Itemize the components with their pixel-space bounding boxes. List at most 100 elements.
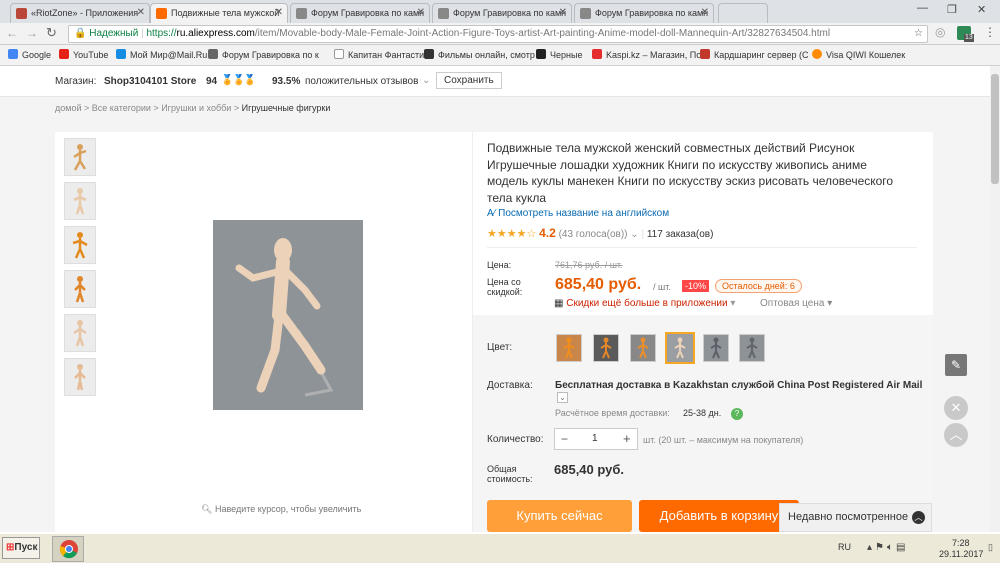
- bookmark-mail[interactable]: Мой Мир@Mail.Ru: [116, 49, 207, 61]
- qr-code-icon: ▦: [554, 298, 564, 309]
- rating-value: 4.2: [539, 226, 556, 240]
- main-product-image[interactable]: [213, 220, 363, 410]
- address-bar[interactable]: 🔒 Надежный | https://ru.aliexpress.com/i…: [68, 25, 928, 43]
- volume-icon[interactable]: 🔈︎: [887, 542, 896, 553]
- arrow-up-icon[interactable]: ▴: [867, 542, 875, 553]
- color-swatch-6[interactable]: [739, 334, 765, 362]
- edit-pencil-icon[interactable]: ✎: [945, 354, 967, 376]
- flag-icon[interactable]: ⚑: [875, 542, 887, 553]
- discount-price-label-2: скидкой:: [487, 287, 523, 297]
- save-store-button[interactable]: Сохранить: [436, 72, 502, 89]
- thumbnail-4[interactable]: [64, 270, 96, 308]
- close-tab-icon[interactable]: ✕: [701, 4, 709, 22]
- tab-label: «RiotZone» - Приложения: [31, 8, 139, 18]
- color-swatch-2[interactable]: [593, 334, 619, 362]
- bookmark-kaspi[interactable]: Kaspi.kz – Магазин, По: [592, 49, 701, 61]
- thumbnail-2[interactable]: [64, 182, 96, 220]
- extension-icon[interactable]: ◎: [935, 25, 945, 39]
- restore-icon[interactable]: ❐: [947, 3, 957, 16]
- magnifier-icon: 🔍︎: [201, 504, 213, 514]
- chevron-down-icon[interactable]: ⌄: [557, 392, 568, 403]
- delivery-time-label: Расчётное время доставки:: [555, 408, 670, 418]
- product-card: 🔍︎ Наведите курсор, чтобы увеличить Подв…: [55, 132, 933, 532]
- figure-image: [73, 188, 87, 215]
- language-indicator[interactable]: RU: [838, 542, 851, 552]
- store-name-link[interactable]: Shop3104101 Store: [104, 76, 196, 87]
- tab-riotzone[interactable]: «RiotZone» - Приложения ✕: [10, 3, 150, 23]
- add-to-cart-button[interactable]: Добавить в корзину: [639, 500, 799, 532]
- wholesale-price-link[interactable]: Оптовая цена ▾: [760, 298, 832, 309]
- mannequin-figure-image: [213, 220, 363, 410]
- color-swatch-5[interactable]: [703, 334, 729, 362]
- close-tab-icon[interactable]: ✕: [417, 4, 425, 22]
- minimize-icon[interactable]: —: [917, 2, 928, 14]
- show-desktop-icon[interactable]: ▯: [988, 542, 993, 553]
- network-icon[interactable]: ▤: [896, 542, 908, 553]
- bookmark-star-icon[interactable]: ☆: [914, 26, 923, 42]
- color-swatch-4-selected[interactable]: [665, 332, 695, 364]
- chrome-taskbar-button[interactable]: [52, 536, 84, 562]
- tab-forum-1[interactable]: Форум Гравировка по камн ✕: [290, 3, 430, 23]
- close-tab-icon[interactable]: ✕: [275, 4, 283, 22]
- bookmark-captain[interactable]: Капитан Фантастик: [334, 49, 428, 61]
- app-discount-link[interactable]: ▦ Скидки ещё больше в приложении ▾: [554, 298, 735, 309]
- divider: |: [141, 28, 144, 39]
- tab-forum-2[interactable]: Форум Гравировка по камн ✕: [432, 3, 572, 23]
- breadcrumb-toys[interactable]: Игрушки и хобби: [161, 103, 231, 113]
- close-window-icon[interactable]: ✕: [977, 3, 986, 16]
- quantity-input[interactable]: 1: [592, 433, 598, 444]
- scroll-up-icon[interactable]: ︿: [944, 423, 968, 447]
- close-tab-icon[interactable]: ✕: [559, 4, 567, 22]
- divider: |: [641, 229, 645, 240]
- translate-link[interactable]: A⁄ Посмотреть название на английском: [487, 208, 669, 219]
- bookmark-youtube[interactable]: YouTube: [59, 49, 108, 61]
- buy-now-button[interactable]: Купить сейчас: [487, 500, 632, 532]
- recently-viewed-bar[interactable]: Недавно посмотренное ︿: [779, 503, 932, 532]
- new-tab-button[interactable]: [718, 3, 768, 23]
- thumbnail-3[interactable]: [64, 226, 96, 264]
- chevron-down-icon: ▾: [730, 298, 736, 309]
- cardsharing-icon: [700, 49, 710, 59]
- page-icon: [334, 49, 344, 59]
- close-circle-icon[interactable]: ✕: [944, 396, 968, 420]
- store-score: 94: [206, 76, 218, 87]
- new-price: 685,40 руб.: [555, 276, 642, 293]
- bookmark-black[interactable]: Черные: [536, 49, 582, 61]
- bookmark-films[interactable]: Фильмы онлайн, смотр: [424, 49, 535, 61]
- breadcrumb-all-categories[interactable]: Все категории: [92, 103, 151, 113]
- riotzone-favicon-icon: [16, 8, 27, 19]
- thumbnail-6[interactable]: [64, 358, 96, 396]
- bookmark-qiwi[interactable]: Visa QIWI Кошелек: [812, 49, 905, 61]
- bookmark-google[interactable]: Google: [8, 49, 51, 61]
- menu-icon[interactable]: ⋮: [984, 25, 996, 39]
- back-icon[interactable]: ←: [6, 26, 18, 40]
- quantity-plus-button[interactable]: +: [623, 431, 631, 446]
- tab-forum-3[interactable]: Форум Гравировка по камн ✕: [574, 3, 714, 23]
- taskbar: ⊞Пуск RU ▴⚑🔈︎▤ 7:28 29.11.2017 ▯: [0, 533, 1000, 563]
- start-button[interactable]: ⊞Пуск: [2, 537, 40, 559]
- bookmark-forum[interactable]: Форум Гравировка по к: [208, 49, 319, 61]
- tab-label: Форум Гравировка по камн: [311, 8, 425, 18]
- quantity-minus-button[interactable]: −: [561, 432, 568, 446]
- reload-icon[interactable]: ↻: [46, 25, 57, 41]
- clock-date: 29.11.2017: [939, 549, 984, 559]
- color-swatch-1[interactable]: [556, 334, 582, 362]
- forward-icon[interactable]: →: [26, 26, 38, 40]
- bookmark-cardsharing[interactable]: Кардшаринг сервер (С: [700, 49, 809, 61]
- store-bar: Магазин: Shop3104101 Store 94 🏅🏅🏅 93.5% …: [0, 66, 990, 97]
- store-feedback-link[interactable]: положительных отзывов: [305, 76, 418, 87]
- quantity-stepper: − 1 +: [554, 428, 638, 450]
- thumbnail-5[interactable]: [64, 314, 96, 352]
- tab-aliexpress[interactable]: Подвижные тела мужской ✕: [150, 3, 288, 23]
- color-swatch-3[interactable]: [630, 334, 656, 362]
- help-icon[interactable]: ?: [731, 408, 743, 420]
- thumbnail-1[interactable]: [64, 138, 96, 176]
- discount-badge: -10%: [682, 280, 710, 292]
- votes-link[interactable]: (43 голоса(ов)): [559, 229, 628, 240]
- medal-icon: 🏅🏅🏅: [221, 75, 256, 86]
- close-tab-icon[interactable]: ✕: [137, 4, 145, 22]
- scrollbar-thumb[interactable]: [991, 74, 999, 184]
- zoom-hint: 🔍︎ Наведите курсор, чтобы увеличить: [201, 504, 362, 514]
- scrollbar[interactable]: [990, 66, 1000, 532]
- breadcrumb-home[interactable]: домой: [55, 103, 81, 113]
